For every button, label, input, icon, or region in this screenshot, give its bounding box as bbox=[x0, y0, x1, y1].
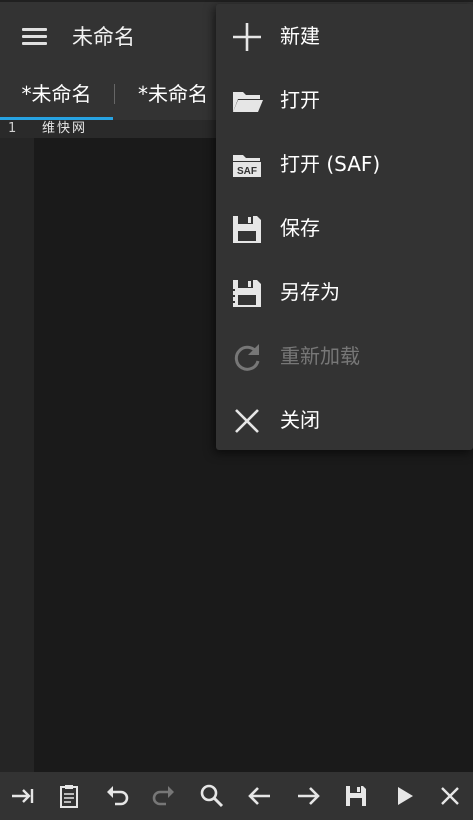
hamburger-menu-icon[interactable] bbox=[14, 22, 54, 52]
arrow-left-icon[interactable] bbox=[237, 772, 283, 820]
menu-item-open[interactable]: 打开 bbox=[216, 68, 473, 132]
menu-item-label: 关闭 bbox=[280, 408, 320, 432]
saf-folder-icon: SAF bbox=[230, 148, 264, 182]
save-icon[interactable] bbox=[333, 772, 379, 820]
save-icon bbox=[230, 212, 264, 246]
save-as-icon bbox=[230, 276, 264, 310]
menu-item-reload[interactable]: 重新加载 bbox=[216, 324, 473, 388]
reload-icon bbox=[230, 340, 264, 374]
close-icon bbox=[230, 404, 264, 438]
menu-item-label: 重新加载 bbox=[280, 344, 360, 368]
clipboard-icon[interactable] bbox=[46, 772, 92, 820]
menu-item-open-saf[interactable]: SAF 打开 (SAF) bbox=[216, 132, 473, 196]
tab-untitled-1[interactable]: *未命名 bbox=[0, 70, 113, 120]
menu-item-save-as[interactable]: 另存为 bbox=[216, 260, 473, 324]
line-number-gutter bbox=[0, 120, 34, 772]
menu-item-label: 另存为 bbox=[280, 280, 340, 304]
plus-icon bbox=[230, 20, 264, 54]
line-number: 1 bbox=[8, 121, 17, 136]
folder-open-icon bbox=[230, 84, 264, 118]
menu-item-label: 打开 (SAF) bbox=[280, 152, 381, 176]
menu-item-label: 新建 bbox=[280, 24, 320, 48]
svg-text:SAF: SAF bbox=[237, 166, 257, 177]
redo-icon[interactable] bbox=[141, 772, 187, 820]
run-icon[interactable] bbox=[381, 772, 427, 820]
close-icon[interactable] bbox=[427, 772, 473, 820]
menu-item-close[interactable]: 关闭 bbox=[216, 388, 473, 452]
tab-indent-icon[interactable] bbox=[0, 772, 46, 820]
tab-divider bbox=[114, 84, 115, 104]
editor-line-text[interactable]: 维快网 bbox=[42, 121, 87, 137]
menu-item-new[interactable]: 新建 bbox=[216, 4, 473, 68]
menu-item-save[interactable]: 保存 bbox=[216, 196, 473, 260]
tab-untitled-2[interactable]: *未命名 bbox=[118, 70, 228, 120]
undo-icon[interactable] bbox=[94, 772, 140, 820]
document-title: 未命名 bbox=[72, 25, 135, 49]
menu-item-label: 打开 bbox=[280, 88, 320, 112]
bottom-toolbar bbox=[0, 772, 473, 820]
search-icon[interactable] bbox=[189, 772, 235, 820]
file-menu-popup: 新建 打开 SAF 打开 (SAF) 保存 另存为 重新加载 关闭 bbox=[216, 4, 473, 450]
menu-item-label: 保存 bbox=[280, 216, 320, 240]
arrow-right-icon[interactable] bbox=[285, 772, 331, 820]
